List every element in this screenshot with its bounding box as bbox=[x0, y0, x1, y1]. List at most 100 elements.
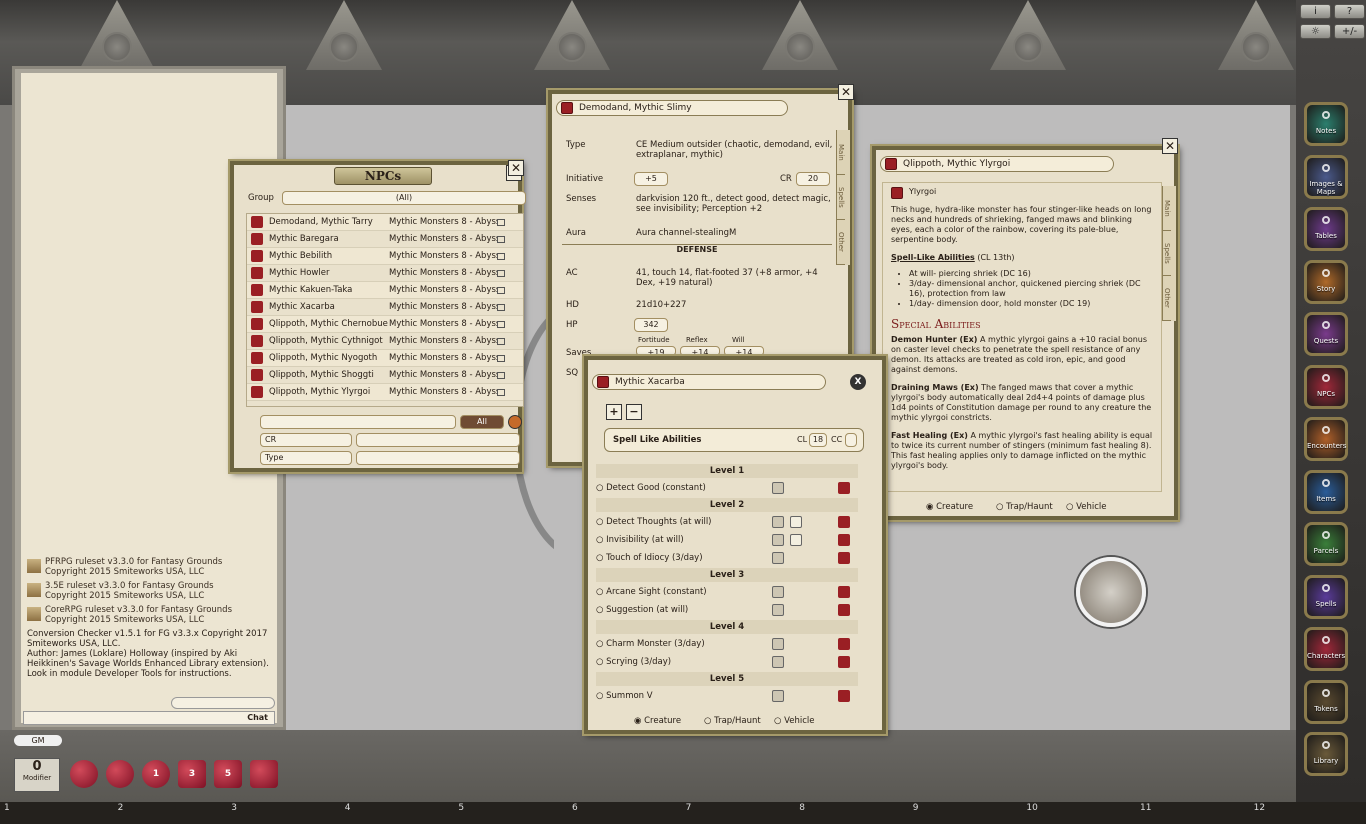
prepared-dots[interactable]: ○ bbox=[596, 517, 606, 527]
spell-link-icon[interactable] bbox=[838, 638, 850, 650]
radio-creature[interactable]: ◉ Creature bbox=[926, 502, 973, 512]
close-icon[interactable]: ✕ bbox=[1162, 138, 1178, 154]
will-field[interactable]: +14 bbox=[724, 346, 764, 357]
prepared-dots[interactable]: ○ bbox=[596, 639, 606, 649]
chat-mode-select[interactable] bbox=[171, 697, 275, 709]
sidebar-quests[interactable]: Quests bbox=[1304, 312, 1348, 356]
spell-row[interactable]: ○ Detect Thoughts (at will) bbox=[596, 514, 858, 530]
creature-token[interactable] bbox=[1076, 557, 1146, 627]
cast-button[interactable] bbox=[772, 586, 784, 598]
add-icon[interactable]: + bbox=[606, 404, 622, 420]
initiative-field[interactable]: +5 bbox=[634, 172, 668, 186]
tab-spells[interactable]: Spells bbox=[837, 175, 845, 220]
npc-list-item[interactable]: Qlippoth, Mythic Ylyrgoi Mythic Monsters … bbox=[247, 384, 523, 401]
tab-main[interactable]: Main bbox=[837, 130, 845, 175]
radio-creature[interactable]: ◉ Creature bbox=[634, 716, 681, 726]
spell-class-panel[interactable]: Spell Like Abilities CL 18 CC bbox=[604, 428, 864, 452]
toolbar-button[interactable]: +/- bbox=[1334, 24, 1365, 39]
sheet-tabs[interactable]: Main Spells Other bbox=[836, 130, 850, 265]
book-icon[interactable] bbox=[497, 389, 505, 396]
modifier-box[interactable]: 0 Modifier bbox=[14, 758, 60, 792]
cast-button[interactable] bbox=[772, 604, 784, 616]
spell-row[interactable]: ○ Detect Good (constant) bbox=[596, 480, 858, 496]
sidebar-tokens[interactable]: Tokens bbox=[1304, 679, 1348, 724]
prepared-dots[interactable]: ○ bbox=[596, 657, 606, 667]
prepared-dots[interactable]: ○ bbox=[596, 691, 606, 701]
prepared-dots[interactable]: ○ bbox=[596, 587, 606, 597]
d8-die[interactable]: 3 bbox=[178, 760, 206, 788]
sidebar-images-maps[interactable]: Images & Maps bbox=[1304, 154, 1348, 199]
npc-list-item[interactable]: Demodand, Mythic Tarry Mythic Monsters 8 … bbox=[247, 214, 523, 231]
remove-icon[interactable]: − bbox=[626, 404, 642, 420]
spell-row[interactable]: ○ Scrying (3/day) bbox=[596, 654, 858, 670]
sidebar-tables[interactable]: Tables bbox=[1304, 207, 1348, 251]
fort-field[interactable]: +19 bbox=[636, 346, 676, 357]
spell-row[interactable]: ○ Invisibility (at will) bbox=[596, 532, 858, 548]
d12-die[interactable] bbox=[106, 760, 134, 788]
reflex-field[interactable]: +14 bbox=[680, 346, 720, 357]
sidebar-items[interactable]: Items bbox=[1304, 469, 1348, 514]
sheet-tabs[interactable]: Main Spells Other bbox=[1162, 186, 1176, 321]
cast-button[interactable] bbox=[772, 482, 784, 494]
toolbar-button[interactable]: i bbox=[1300, 4, 1331, 19]
npc-list-item[interactable]: Mythic Howler Mythic Monsters 8 - Abyssa bbox=[247, 265, 523, 282]
book-icon[interactable] bbox=[497, 372, 505, 379]
filter-cr-select[interactable] bbox=[356, 433, 520, 447]
npc-search-input[interactable] bbox=[260, 415, 456, 429]
sidebar-library[interactable]: Library bbox=[1304, 732, 1348, 776]
radio-trap[interactable]: ○ Trap/Haunt bbox=[704, 716, 761, 726]
book-icon[interactable] bbox=[497, 338, 505, 345]
book-icon[interactable] bbox=[497, 219, 505, 226]
tab-other[interactable]: Other bbox=[1163, 276, 1171, 321]
prepared-dots[interactable]: ○ bbox=[596, 553, 606, 563]
npc-name-field[interactable]: Demodand, Mythic Slimy bbox=[556, 100, 788, 116]
npc-list-item[interactable]: Mythic Kakuen-Taka Mythic Monsters 8 - Ab… bbox=[247, 282, 523, 299]
tab-main[interactable]: Main bbox=[1163, 186, 1171, 231]
npc-sheet-ylyrgoi[interactable]: Qlippoth, Mythic Ylyrgoi Main Spells Other… bbox=[872, 146, 1178, 520]
sidebar-story[interactable]: Story bbox=[1304, 259, 1348, 304]
spell-row[interactable]: ○ Touch of Idiocy (3/day) bbox=[596, 550, 858, 566]
npc-list-item[interactable]: Mythic Bebilith Mythic Monsters 8 - Abyss… bbox=[247, 248, 523, 265]
tab-spells[interactable]: Spells bbox=[1163, 231, 1171, 276]
spell-row[interactable]: ○ Summon V bbox=[596, 688, 858, 704]
book-icon[interactable] bbox=[497, 270, 505, 277]
cast-button[interactable] bbox=[772, 552, 784, 564]
sidebar-encounters[interactable]: Encounters bbox=[1304, 417, 1348, 461]
radio-vehicle[interactable]: ○ Vehicle bbox=[774, 716, 815, 726]
close-icon[interactable]: ✕ bbox=[838, 84, 854, 100]
effect-button[interactable] bbox=[790, 534, 802, 546]
chat-input[interactable]: Chat bbox=[23, 711, 275, 725]
radio-vehicle[interactable]: ○ Vehicle bbox=[1066, 502, 1107, 512]
spell-link-icon[interactable] bbox=[838, 656, 850, 668]
close-icon[interactable]: ✕ bbox=[508, 160, 524, 176]
toolbar-button[interactable]: ? bbox=[1334, 4, 1365, 19]
radio-trap[interactable]: ○ Trap/Haunt bbox=[996, 502, 1053, 512]
npc-name-field[interactable]: Qlippoth, Mythic Ylyrgoi bbox=[880, 156, 1114, 172]
book-icon[interactable] bbox=[497, 236, 505, 243]
npc-name-field[interactable]: Mythic Xacarba bbox=[592, 374, 826, 390]
edit-icon[interactable] bbox=[508, 415, 522, 429]
d4-die[interactable] bbox=[250, 760, 278, 788]
cl-field[interactable]: 18 bbox=[809, 433, 827, 447]
npc-list-item[interactable]: Qlippoth, Mythic Chernobue Mythic Monster… bbox=[247, 316, 523, 333]
npc-list-item[interactable]: Qlippoth, Mythic Cythnigot Mythic Monster… bbox=[247, 333, 523, 350]
spell-link-icon[interactable] bbox=[838, 516, 850, 528]
cast-button[interactable] bbox=[772, 656, 784, 668]
prepared-dots[interactable]: ○ bbox=[596, 483, 606, 493]
sidebar-spells[interactable]: Spells bbox=[1304, 574, 1348, 619]
identity-label[interactable]: GM bbox=[14, 735, 62, 746]
book-icon[interactable] bbox=[497, 355, 505, 362]
spell-link-icon[interactable] bbox=[838, 552, 850, 564]
filter-type-select[interactable] bbox=[356, 451, 520, 465]
tab-other[interactable]: Other bbox=[837, 220, 845, 265]
cast-button[interactable] bbox=[772, 638, 784, 650]
cr-field[interactable]: 20 bbox=[796, 172, 830, 186]
group-select[interactable]: (All) bbox=[282, 191, 526, 205]
d20-die[interactable] bbox=[70, 760, 98, 788]
spell-link-icon[interactable] bbox=[838, 586, 850, 598]
all-filter-button[interactable]: All bbox=[460, 415, 504, 429]
spell-link-icon[interactable] bbox=[838, 534, 850, 546]
close-icon[interactable]: X bbox=[850, 374, 866, 390]
prepared-dots[interactable]: ○ bbox=[596, 535, 606, 545]
hp-field[interactable]: 342 bbox=[634, 318, 668, 332]
